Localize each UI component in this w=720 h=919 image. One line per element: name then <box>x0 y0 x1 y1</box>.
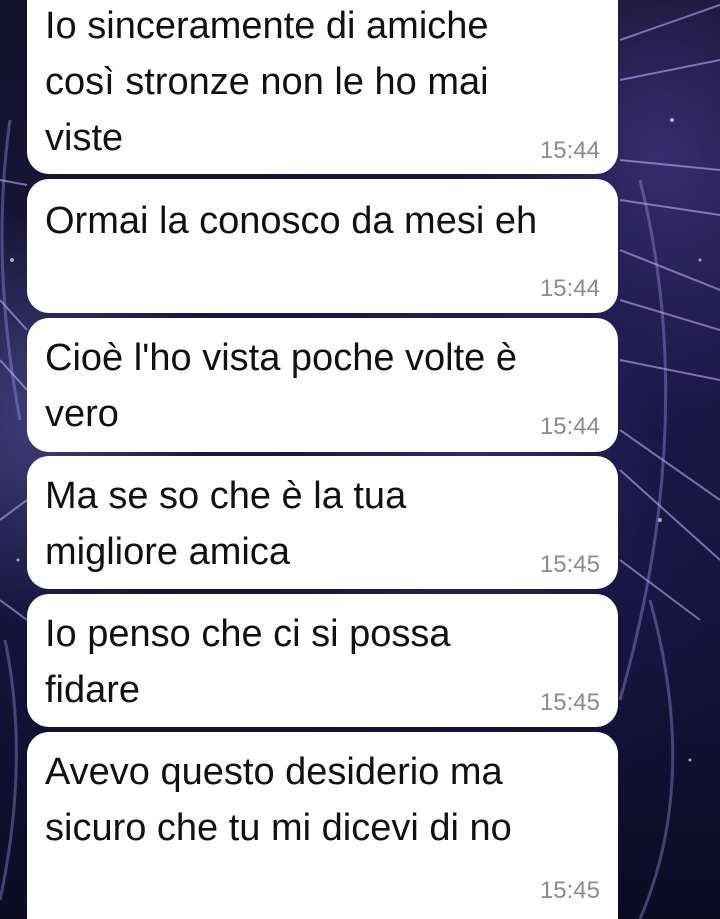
message-bubble[interactable]: Io sinceramente di amiche così stronze n… <box>27 0 618 174</box>
message-text: Cioè l'ho vista poche volte è vero <box>45 337 517 435</box>
message-timestamp: 15:45 <box>539 551 600 578</box>
message-timestamp: 15:44 <box>539 275 600 302</box>
message-bubble[interactable]: Ma se so che è la tua migliore amica 15:… <box>27 456 618 589</box>
message-text: Io penso che ci si possa fidare <box>45 613 451 711</box>
message-text: Ormai la conosco da mesi eh <box>45 200 538 242</box>
message-bubble[interactable]: Io penso che ci si possa fidare 15:45 <box>27 594 618 727</box>
message-timestamp: 15:44 <box>539 413 600 440</box>
message-bubble[interactable]: Ormai la conosco da mesi eh 15:44 <box>27 179 618 313</box>
message-text: Io sinceramente di amiche così stronze n… <box>45 5 489 159</box>
message-bubble[interactable]: Cioè l'ho vista poche volte è vero 15:44 <box>27 318 618 452</box>
message-timestamp: 15:45 <box>539 877 600 904</box>
message-timestamp: 15:45 <box>539 689 600 716</box>
message-timestamp: 15:44 <box>539 137 600 164</box>
message-bubble[interactable]: Avevo questo desiderio ma sicuro che tu … <box>27 732 618 919</box>
message-text: Ma se so che è la tua migliore amica <box>45 475 407 573</box>
message-text: Avevo questo desiderio ma sicuro che tu … <box>45 751 512 849</box>
